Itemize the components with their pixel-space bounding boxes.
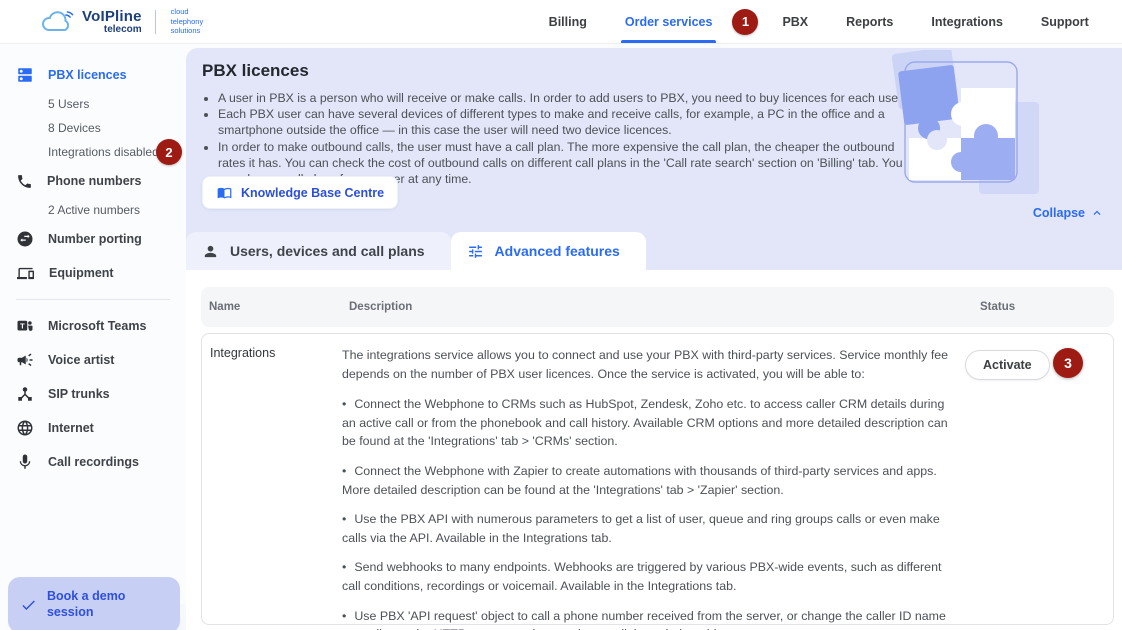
nav-order-services[interactable]: Order services <box>625 0 713 43</box>
sidebar-item-sip-trunks[interactable]: SIP trunks <box>0 377 186 411</box>
check-icon <box>20 596 37 614</box>
brand-name: VoIPline telecom <box>82 9 142 35</box>
megaphone-icon <box>16 351 34 369</box>
open-book-icon <box>216 185 233 200</box>
tune-icon <box>467 243 484 260</box>
cloud-logo-icon <box>40 9 74 35</box>
activate-button[interactable]: Activate <box>965 350 1050 380</box>
sidebar: PBX licences 5 Users 8 Devices Integrati… <box>0 44 186 630</box>
sidebar-item-internet[interactable]: Internet <box>0 411 186 445</box>
book-demo-button[interactable]: Book a demo session <box>8 577 180 630</box>
equipment-devices-icon <box>16 265 35 282</box>
activate-badge: 3 <box>1053 348 1083 378</box>
description-bullet: •Connect the Webphone to CRMs such as Hu… <box>342 395 951 451</box>
microsoft-teams-icon: T <box>16 317 34 335</box>
description-bullet: •Use PBX 'API request' object to call a … <box>342 607 951 630</box>
sidebar-divider <box>16 299 170 300</box>
pbx-licences-header-panel: PBX licences A user in PBX is a person w… <box>186 48 1122 230</box>
main-area: PBX licences A user in PBX is a person w… <box>186 44 1122 630</box>
brand-tagline: cloud telephony solutions <box>171 7 219 35</box>
description-bullet: •Send webhooks to many endpoints. Webhoo… <box>342 558 951 595</box>
sidebar-item-equipment[interactable]: Equipment <box>0 256 186 290</box>
sidebar-item-pbx-licences[interactable]: PBX licences <box>0 58 186 92</box>
top-navigation: Billing Order services 1 PBX Reports Int… <box>549 0 1089 43</box>
puzzle-illustration <box>879 50 1044 207</box>
table-header: Name Description Status <box>201 287 1114 327</box>
row-description: The integrations service allows you to c… <box>342 346 971 630</box>
column-description: Description <box>341 301 972 313</box>
brand-logo[interactable]: VoIPline telecom cloud telephony solutio… <box>40 7 219 35</box>
sidebar-item-microsoft-teams[interactable]: T Microsoft Teams <box>0 309 186 343</box>
integrations-disabled-badge: 2 <box>156 139 182 165</box>
globe-icon <box>16 419 34 437</box>
description-intro: The integrations service allows you to c… <box>342 346 951 383</box>
tab-users-devices-call-plans[interactable]: Users, devices and call plans <box>186 232 451 270</box>
collapse-link[interactable]: Collapse <box>1033 206 1104 220</box>
nav-reports[interactable]: Reports <box>846 0 893 43</box>
svg-text:T: T <box>20 321 25 330</box>
sidebar-item-devices[interactable]: 8 Devices <box>0 116 186 140</box>
tab-advanced-features[interactable]: Advanced features <box>451 232 646 270</box>
sidebar-item-users[interactable]: 5 Users <box>0 92 186 116</box>
porting-swap-icon <box>16 230 34 248</box>
nav-support[interactable]: Support <box>1041 0 1089 43</box>
column-name: Name <box>201 301 341 313</box>
sidebar-item-integrations-disabled[interactable]: Integrations disabled 2 <box>0 140 186 164</box>
person-icon <box>202 243 219 260</box>
nav-order-services-badge: 1 <box>732 9 758 35</box>
sidebar-item-phone-numbers[interactable]: Phone numbers <box>0 164 186 198</box>
sidebar-item-active-numbers[interactable]: 2 Active numbers <box>0 198 186 222</box>
row-status: Activate 3 <box>971 346 1113 630</box>
column-status: Status <box>972 301 1114 313</box>
pbx-info-bullets: A user in PBX is a person who will recei… <box>218 90 906 187</box>
sip-trunks-hub-icon <box>16 385 34 403</box>
sidebar-item-number-porting[interactable]: Number porting <box>0 222 186 256</box>
tabs-bar: Users, devices and call plans Advanced f… <box>186 230 1122 270</box>
info-bullet: A user in PBX is a person who will recei… <box>218 90 906 106</box>
sidebar-item-call-recordings[interactable]: Call recordings <box>0 445 186 479</box>
info-bullet: Each PBX user can have several devices o… <box>218 106 906 138</box>
microphone-icon <box>16 453 34 471</box>
advanced-features-content: Name Description Status Integrations The… <box>186 270 1122 630</box>
nav-pbx[interactable]: PBX <box>782 0 808 43</box>
nav-billing[interactable]: Billing <box>549 0 587 43</box>
chevron-up-icon <box>1090 206 1104 220</box>
nav-integrations[interactable]: Integrations <box>931 0 1003 43</box>
top-bar: VoIPline telecom cloud telephony solutio… <box>0 0 1122 44</box>
pbx-licences-icon <box>16 66 34 84</box>
logo-divider <box>155 10 156 34</box>
row-name: Integrations <box>202 346 342 630</box>
description-bullet: •Connect the Webphone with Zapier to cre… <box>342 462 951 499</box>
table-row-integrations: Integrations The integrations service al… <box>201 333 1114 625</box>
phone-icon <box>16 173 33 190</box>
description-bullet: •Use the PBX API with numerous parameter… <box>342 510 951 547</box>
knowledge-base-button[interactable]: Knowledge Base Centre <box>202 176 398 209</box>
sidebar-item-voice-artist[interactable]: Voice artist <box>0 343 186 377</box>
